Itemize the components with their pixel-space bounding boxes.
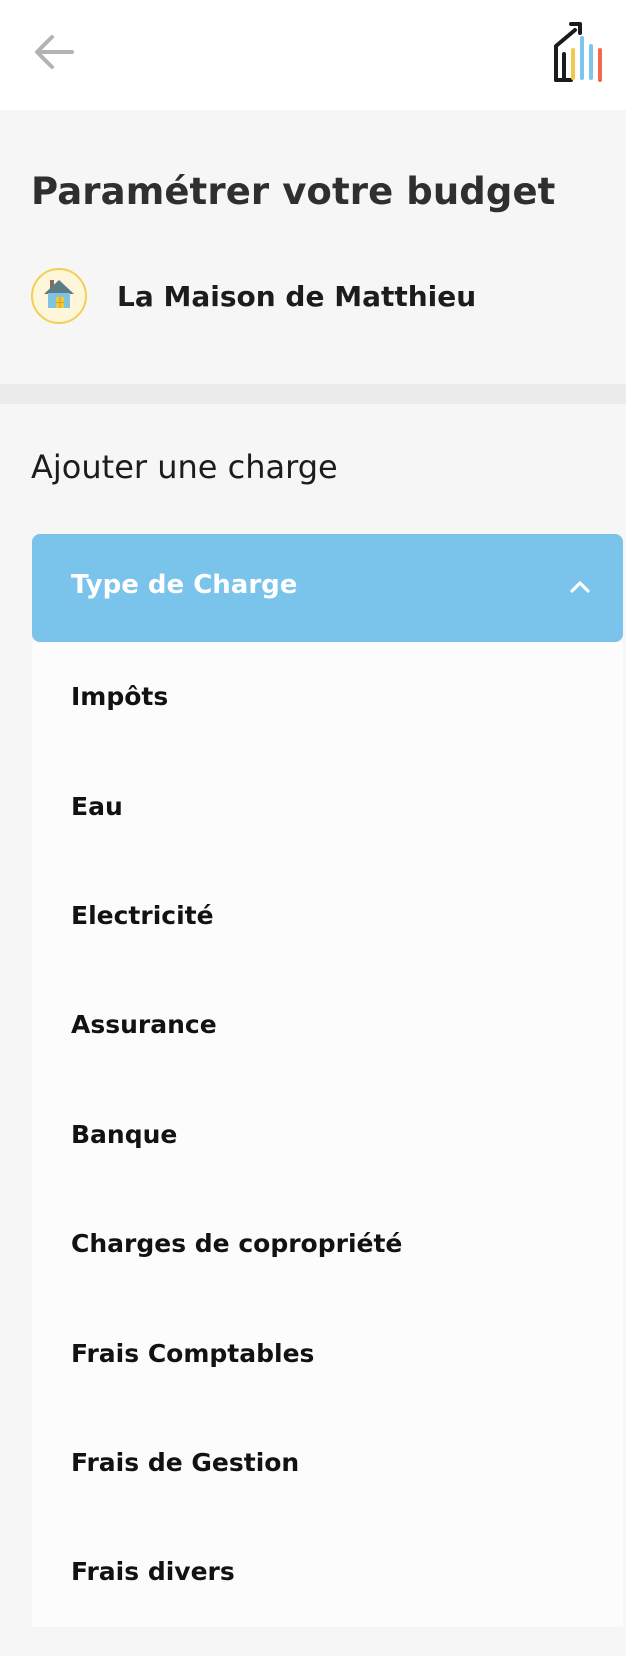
page-title: Paramétrer votre budget [31, 170, 556, 213]
app-logo-icon [553, 20, 611, 86]
budget-header-section [0, 110, 626, 384]
charge-type-dropdown[interactable]: Type de Charge [32, 534, 623, 642]
option-electricite[interactable]: Electricité [32, 861, 623, 970]
option-impots[interactable]: Impôts [32, 642, 623, 751]
option-frais-comptables[interactable]: Frais Comptables [32, 1298, 623, 1407]
property-selector: La Maison de Matthieu [31, 268, 476, 324]
option-frais-gestion[interactable]: Frais de Gestion [32, 1408, 623, 1517]
property-avatar [31, 268, 87, 324]
section-title: Ajouter une charge [31, 448, 338, 486]
back-button[interactable] [30, 30, 78, 78]
chevron-up-icon [567, 574, 593, 600]
property-name: La Maison de Matthieu [117, 279, 477, 313]
house-icon [42, 278, 76, 314]
option-banque[interactable]: Banque [32, 1080, 623, 1189]
arrow-left-icon [32, 32, 76, 76]
option-eau[interactable]: Eau [32, 751, 623, 860]
charge-type-options-list: Impôts Eau Electricité Assurance Banque … [32, 642, 623, 1627]
section-divider [0, 384, 626, 404]
option-assurance[interactable]: Assurance [32, 970, 623, 1079]
option-frais-divers[interactable]: Frais divers [32, 1517, 623, 1626]
option-charges-copropriete[interactable]: Charges de copropriété [32, 1189, 623, 1298]
top-bar [0, 0, 626, 110]
dropdown-label: Type de Charge [71, 570, 298, 600]
